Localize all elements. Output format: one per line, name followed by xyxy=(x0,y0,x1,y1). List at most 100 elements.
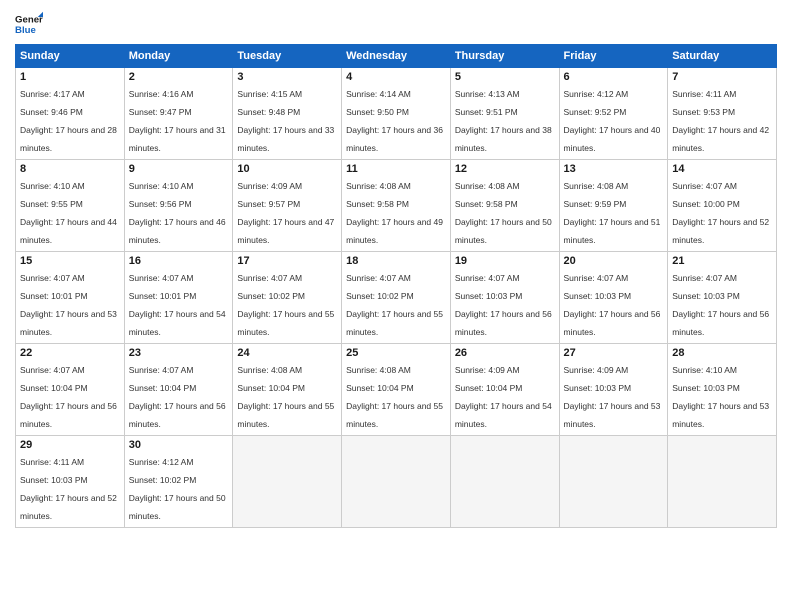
calendar-cell: 1 Sunrise: 4:17 AMSunset: 9:46 PMDayligh… xyxy=(16,68,125,160)
day-number: 20 xyxy=(564,255,664,267)
day-detail: Sunrise: 4:09 AMSunset: 10:04 PMDaylight… xyxy=(455,365,552,429)
calendar-cell xyxy=(342,436,451,528)
weekday-header: Tuesday xyxy=(233,45,342,68)
calendar-cell: 27 Sunrise: 4:09 AMSunset: 10:03 PMDayli… xyxy=(559,344,668,436)
day-detail: Sunrise: 4:12 AMSunset: 10:02 PMDaylight… xyxy=(129,457,226,521)
calendar-cell: 6 Sunrise: 4:12 AMSunset: 9:52 PMDayligh… xyxy=(559,68,668,160)
day-number: 25 xyxy=(346,347,446,359)
weekday-header: Friday xyxy=(559,45,668,68)
day-detail: Sunrise: 4:10 AMSunset: 10:03 PMDaylight… xyxy=(672,365,769,429)
day-detail: Sunrise: 4:08 AMSunset: 9:58 PMDaylight:… xyxy=(455,181,552,245)
day-detail: Sunrise: 4:08 AMSunset: 10:04 PMDaylight… xyxy=(346,365,443,429)
calendar-cell: 17 Sunrise: 4:07 AMSunset: 10:02 PMDayli… xyxy=(233,252,342,344)
day-number: 12 xyxy=(455,163,555,175)
page: General Blue SundayMondayTuesdayWednesda… xyxy=(0,0,792,612)
day-detail: Sunrise: 4:07 AMSunset: 10:03 PMDaylight… xyxy=(672,273,769,337)
calendar-cell: 15 Sunrise: 4:07 AMSunset: 10:01 PMDayli… xyxy=(16,252,125,344)
day-detail: Sunrise: 4:07 AMSunset: 10:03 PMDaylight… xyxy=(564,273,661,337)
day-detail: Sunrise: 4:07 AMSunset: 10:04 PMDaylight… xyxy=(20,365,117,429)
day-number: 19 xyxy=(455,255,555,267)
day-number: 1 xyxy=(20,71,120,83)
weekday-header: Monday xyxy=(124,45,233,68)
day-number: 22 xyxy=(20,347,120,359)
day-number: 21 xyxy=(672,255,772,267)
day-detail: Sunrise: 4:09 AMSunset: 10:03 PMDaylight… xyxy=(564,365,661,429)
day-number: 27 xyxy=(564,347,664,359)
day-number: 14 xyxy=(672,163,772,175)
calendar-cell: 13 Sunrise: 4:08 AMSunset: 9:59 PMDaylig… xyxy=(559,160,668,252)
weekday-header: Thursday xyxy=(450,45,559,68)
logo: General Blue xyxy=(15,10,45,38)
day-detail: Sunrise: 4:10 AMSunset: 9:56 PMDaylight:… xyxy=(129,181,226,245)
calendar-cell: 22 Sunrise: 4:07 AMSunset: 10:04 PMDayli… xyxy=(16,344,125,436)
day-detail: Sunrise: 4:08 AMSunset: 10:04 PMDaylight… xyxy=(237,365,334,429)
day-detail: Sunrise: 4:11 AMSunset: 9:53 PMDaylight:… xyxy=(672,89,769,153)
calendar-cell: 29 Sunrise: 4:11 AMSunset: 10:03 PMDayli… xyxy=(16,436,125,528)
day-detail: Sunrise: 4:07 AMSunset: 10:01 PMDaylight… xyxy=(20,273,117,337)
day-number: 26 xyxy=(455,347,555,359)
calendar-cell: 26 Sunrise: 4:09 AMSunset: 10:04 PMDayli… xyxy=(450,344,559,436)
calendar-cell: 11 Sunrise: 4:08 AMSunset: 9:58 PMDaylig… xyxy=(342,160,451,252)
day-number: 15 xyxy=(20,255,120,267)
day-detail: Sunrise: 4:07 AMSunset: 10:00 PMDaylight… xyxy=(672,181,769,245)
day-number: 17 xyxy=(237,255,337,267)
calendar-cell: 23 Sunrise: 4:07 AMSunset: 10:04 PMDayli… xyxy=(124,344,233,436)
day-detail: Sunrise: 4:07 AMSunset: 10:02 PMDaylight… xyxy=(346,273,443,337)
day-number: 7 xyxy=(672,71,772,83)
day-detail: Sunrise: 4:10 AMSunset: 9:55 PMDaylight:… xyxy=(20,181,117,245)
day-number: 5 xyxy=(455,71,555,83)
day-number: 30 xyxy=(129,439,229,451)
day-number: 24 xyxy=(237,347,337,359)
svg-text:General: General xyxy=(15,14,43,25)
day-detail: Sunrise: 4:07 AMSunset: 10:04 PMDaylight… xyxy=(129,365,226,429)
day-detail: Sunrise: 4:09 AMSunset: 9:57 PMDaylight:… xyxy=(237,181,334,245)
calendar-cell: 21 Sunrise: 4:07 AMSunset: 10:03 PMDayli… xyxy=(668,252,777,344)
calendar-cell xyxy=(450,436,559,528)
weekday-header: Saturday xyxy=(668,45,777,68)
day-number: 18 xyxy=(346,255,446,267)
calendar-cell: 12 Sunrise: 4:08 AMSunset: 9:58 PMDaylig… xyxy=(450,160,559,252)
day-detail: Sunrise: 4:07 AMSunset: 10:01 PMDaylight… xyxy=(129,273,226,337)
calendar-cell: 16 Sunrise: 4:07 AMSunset: 10:01 PMDayli… xyxy=(124,252,233,344)
day-number: 13 xyxy=(564,163,664,175)
day-number: 28 xyxy=(672,347,772,359)
day-number: 11 xyxy=(346,163,446,175)
calendar-cell: 4 Sunrise: 4:14 AMSunset: 9:50 PMDayligh… xyxy=(342,68,451,160)
calendar-cell: 20 Sunrise: 4:07 AMSunset: 10:03 PMDayli… xyxy=(559,252,668,344)
day-number: 8 xyxy=(20,163,120,175)
calendar-cell: 25 Sunrise: 4:08 AMSunset: 10:04 PMDayli… xyxy=(342,344,451,436)
calendar-cell xyxy=(233,436,342,528)
calendar-cell: 7 Sunrise: 4:11 AMSunset: 9:53 PMDayligh… xyxy=(668,68,777,160)
day-detail: Sunrise: 4:12 AMSunset: 9:52 PMDaylight:… xyxy=(564,89,661,153)
day-number: 4 xyxy=(346,71,446,83)
calendar-cell: 28 Sunrise: 4:10 AMSunset: 10:03 PMDayli… xyxy=(668,344,777,436)
day-detail: Sunrise: 4:14 AMSunset: 9:50 PMDaylight:… xyxy=(346,89,443,153)
calendar-cell: 24 Sunrise: 4:08 AMSunset: 10:04 PMDayli… xyxy=(233,344,342,436)
day-number: 29 xyxy=(20,439,120,451)
weekday-header: Wednesday xyxy=(342,45,451,68)
calendar-cell: 8 Sunrise: 4:10 AMSunset: 9:55 PMDayligh… xyxy=(16,160,125,252)
calendar-cell: 14 Sunrise: 4:07 AMSunset: 10:00 PMDayli… xyxy=(668,160,777,252)
day-number: 16 xyxy=(129,255,229,267)
day-number: 3 xyxy=(237,71,337,83)
day-detail: Sunrise: 4:07 AMSunset: 10:03 PMDaylight… xyxy=(455,273,552,337)
day-detail: Sunrise: 4:13 AMSunset: 9:51 PMDaylight:… xyxy=(455,89,552,153)
day-number: 6 xyxy=(564,71,664,83)
calendar-cell: 9 Sunrise: 4:10 AMSunset: 9:56 PMDayligh… xyxy=(124,160,233,252)
day-number: 23 xyxy=(129,347,229,359)
calendar-cell: 5 Sunrise: 4:13 AMSunset: 9:51 PMDayligh… xyxy=(450,68,559,160)
calendar-cell: 2 Sunrise: 4:16 AMSunset: 9:47 PMDayligh… xyxy=(124,68,233,160)
day-number: 9 xyxy=(129,163,229,175)
day-number: 2 xyxy=(129,71,229,83)
calendar-cell: 3 Sunrise: 4:15 AMSunset: 9:48 PMDayligh… xyxy=(233,68,342,160)
calendar-cell: 18 Sunrise: 4:07 AMSunset: 10:02 PMDayli… xyxy=(342,252,451,344)
header: General Blue xyxy=(15,10,777,38)
calendar-cell xyxy=(668,436,777,528)
calendar-table: SundayMondayTuesdayWednesdayThursdayFrid… xyxy=(15,44,777,528)
day-number: 10 xyxy=(237,163,337,175)
weekday-header: Sunday xyxy=(16,45,125,68)
day-detail: Sunrise: 4:15 AMSunset: 9:48 PMDaylight:… xyxy=(237,89,334,153)
calendar-cell xyxy=(559,436,668,528)
calendar-cell: 10 Sunrise: 4:09 AMSunset: 9:57 PMDaylig… xyxy=(233,160,342,252)
day-detail: Sunrise: 4:11 AMSunset: 10:03 PMDaylight… xyxy=(20,457,117,521)
